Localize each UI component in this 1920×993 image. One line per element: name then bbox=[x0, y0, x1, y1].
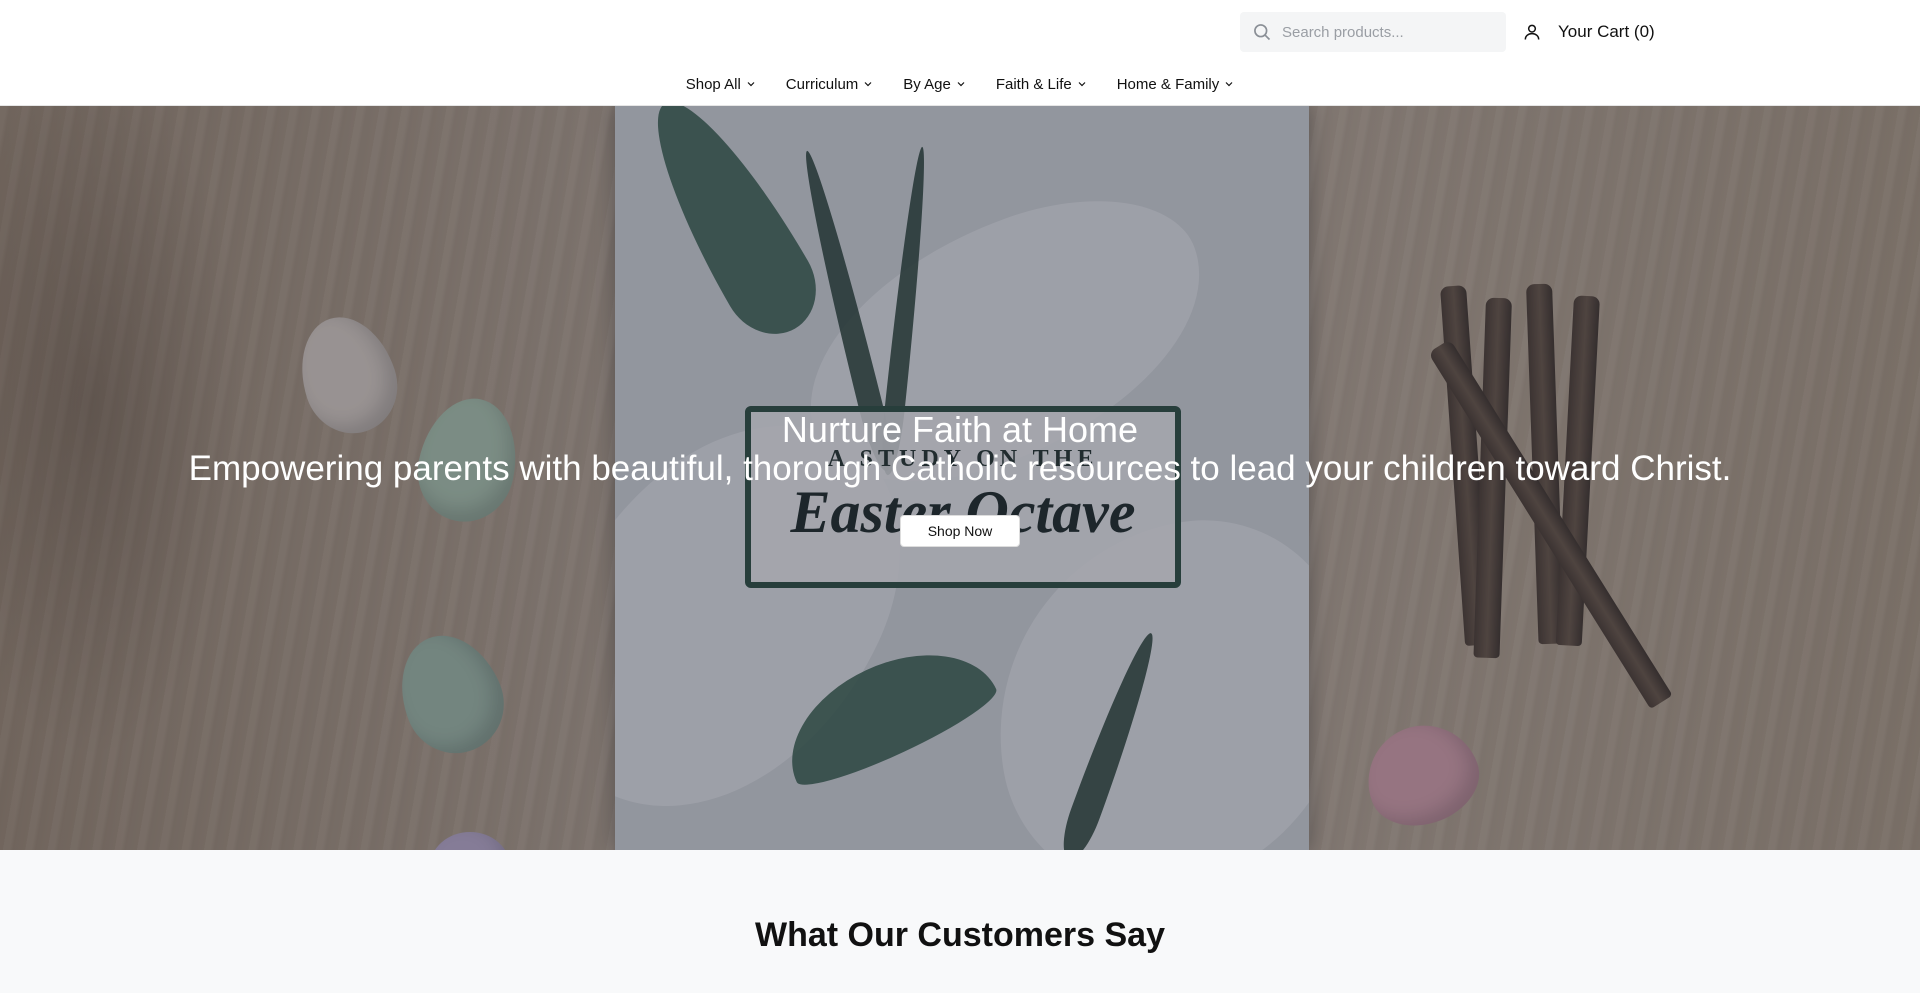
nav-item-faith-life[interactable]: Faith & Life bbox=[996, 70, 1087, 98]
hero-title: Nurture Faith at Home bbox=[781, 409, 1139, 450]
shop-now-button[interactable]: Shop Now bbox=[900, 515, 1020, 547]
search-input[interactable] bbox=[1282, 17, 1492, 47]
chevron-down-icon bbox=[864, 82, 872, 87]
testimonials-heading: What Our Customers Say bbox=[755, 916, 1165, 954]
account-button[interactable] bbox=[1520, 20, 1544, 44]
site-header: Your Cart (0) Shop All Curriculum By Age… bbox=[0, 0, 1920, 106]
chevron-down-icon bbox=[1078, 82, 1086, 87]
hero-subtitle: Empowering parents with beautiful, thoro… bbox=[188, 449, 1732, 488]
nav-item-label: Shop All bbox=[685, 75, 741, 93]
nav-item-shop-all[interactable]: Shop All bbox=[686, 70, 756, 98]
testimonials-section: What Our Customers Say bbox=[0, 850, 1920, 993]
search-bar[interactable] bbox=[1240, 12, 1506, 52]
user-icon bbox=[1524, 24, 1540, 40]
nav-item-label: By Age bbox=[903, 75, 951, 93]
chevron-down-icon bbox=[747, 82, 755, 87]
cart-link[interactable]: Your Cart (0) bbox=[1558, 20, 1655, 44]
chevron-down-icon bbox=[1225, 82, 1233, 87]
main-nav: Shop All Curriculum By Age Faith & Life … bbox=[0, 70, 1920, 98]
search-icon bbox=[1254, 24, 1271, 41]
nav-item-label: Curriculum bbox=[785, 75, 859, 93]
hero-banner: A STUDY ON THE Easter Octave Nurture Fai… bbox=[0, 106, 1920, 850]
nav-item-home-family[interactable]: Home & Family bbox=[1117, 70, 1235, 98]
nav-item-by-age[interactable]: By Age bbox=[903, 70, 966, 98]
nav-item-curriculum[interactable]: Curriculum bbox=[786, 70, 874, 98]
nav-item-label: Home & Family bbox=[1116, 75, 1220, 93]
chevron-down-icon bbox=[957, 82, 965, 87]
nav-item-label: Faith & Life bbox=[995, 75, 1072, 93]
